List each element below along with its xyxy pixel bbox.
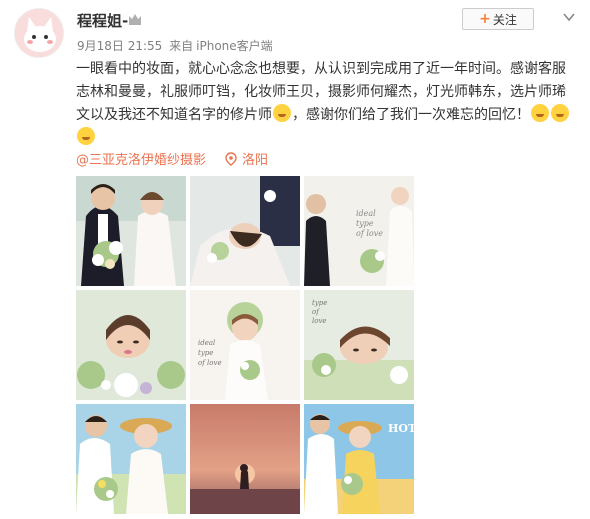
- photo-overlay-text: love: [312, 317, 327, 325]
- location-link[interactable]: 洛阳: [224, 149, 268, 168]
- post-tags: @三亚克洛伊婚纱摄影 洛阳: [76, 149, 268, 168]
- chevron-down-icon[interactable]: [562, 9, 576, 23]
- post-source[interactable]: iPhone客户端: [196, 39, 273, 53]
- laughing-emoji-icon: [273, 104, 291, 122]
- photo-thumbnail-9[interactable]: HOT: [304, 404, 414, 514]
- follow-button[interactable]: + 关注: [462, 8, 534, 30]
- crown-icon[interactable]: [127, 11, 143, 27]
- avatar[interactable]: [14, 8, 64, 58]
- photo-overlay-text: type: [312, 299, 327, 307]
- post-text-line: 文以及我还不知道名字的修片师 ，感谢你们给了我们一次难忘的回忆！: [76, 104, 571, 127]
- photo-thumbnail-6[interactable]: type of love: [304, 290, 414, 400]
- photo-thumbnail-7[interactable]: [76, 404, 186, 514]
- photo-grid: ideal type of love ideal type of love ty…: [76, 176, 414, 514]
- photo-thumbnail-1[interactable]: [76, 176, 186, 286]
- photo-overlay-text: ideal: [356, 209, 376, 218]
- post-text-segment: ，感谢你们给了我们一次难忘的回忆！: [292, 107, 530, 123]
- photo-thumbnail-4[interactable]: [76, 290, 186, 400]
- photo-overlay-text: type: [198, 349, 213, 357]
- photo-thumbnail-8[interactable]: [190, 404, 300, 514]
- post-meta: 9月18日 21:55 来自 iPhone客户端: [77, 37, 273, 54]
- photo-overlay-text: type: [356, 219, 374, 228]
- post-text: 一眼看中的妆面，就心心念念也想要，从认识到完成用了近一年时间。感谢客服 志林和曼…: [76, 58, 571, 150]
- mention-link[interactable]: @三亚克洛伊婚纱摄影: [76, 149, 206, 168]
- photo-overlay-text: HOT: [388, 422, 414, 435]
- username[interactable]: 程程姐-: [77, 10, 128, 31]
- photo-thumbnail-3[interactable]: ideal type of love: [304, 176, 414, 286]
- photo-overlay-text: of love: [356, 229, 383, 238]
- shy-emoji-icon: [551, 104, 569, 122]
- post-date[interactable]: 9月18日 21:55: [77, 39, 162, 53]
- photo-thumbnail-2[interactable]: [190, 176, 300, 286]
- photo-thumbnail-5[interactable]: ideal type of love: [190, 290, 300, 400]
- post-text-line: [76, 127, 571, 150]
- photo-overlay-text: ideal: [198, 339, 215, 347]
- shy-emoji-icon: [77, 127, 95, 145]
- post-text-line: 志林和曼曼，礼服师叮铛，化妆师王贝，摄影师何耀杰，灯光师韩东，选片师琋: [76, 84, 566, 100]
- mention-text: @三亚克洛伊婚纱摄影: [76, 153, 207, 168]
- source-prefix: 来自: [169, 39, 194, 53]
- shy-emoji-icon: [531, 104, 549, 122]
- post-text-line: 一眼看中的妆面，就心心念念也想要，从认识到完成用了近一年时间。感谢客服: [76, 61, 566, 77]
- location-text: 洛阳: [242, 153, 269, 168]
- plus-icon: +: [479, 11, 491, 27]
- post-text-segment: 文以及我还不知道名字的修片师: [76, 107, 272, 123]
- follow-label: 关注: [492, 12, 517, 27]
- photo-overlay-text: of love: [198, 359, 222, 367]
- location-pin-icon: [225, 151, 237, 166]
